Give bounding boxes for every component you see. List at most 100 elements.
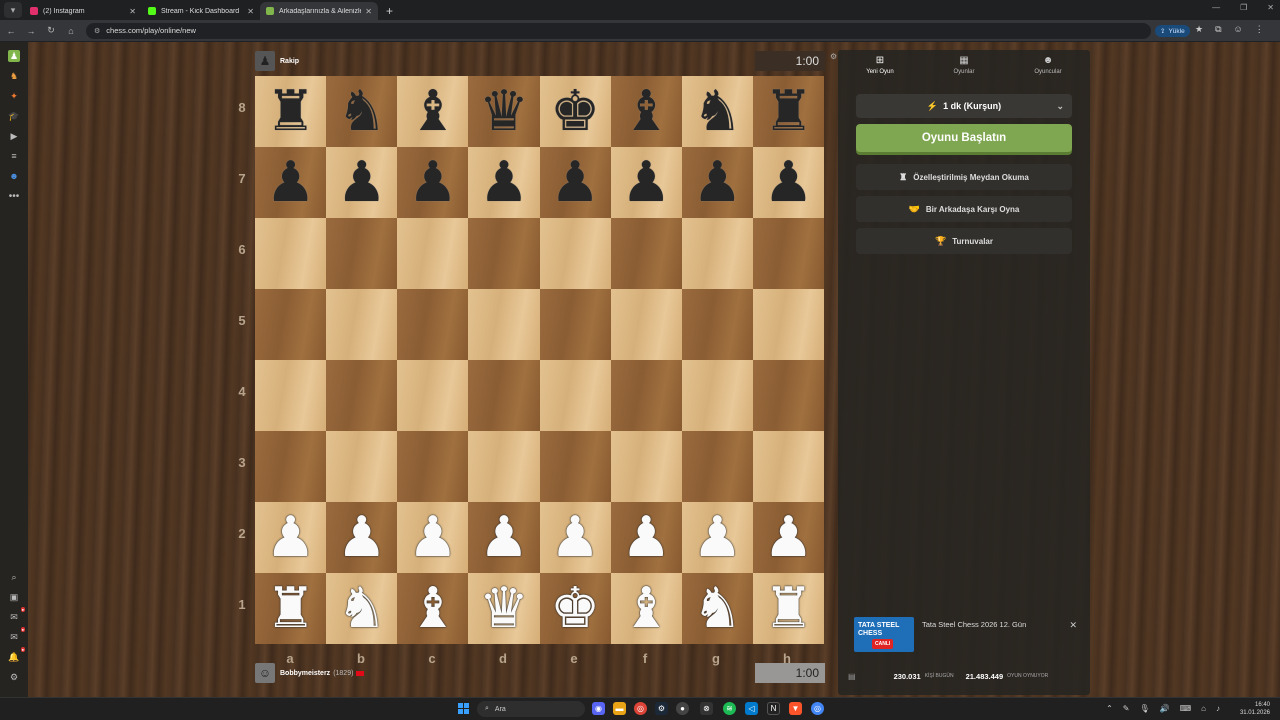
square-e2[interactable]: ♟ [539, 502, 611, 573]
news-icon[interactable]: ≡ [8, 150, 20, 162]
black-king-icon[interactable]: ♚ [550, 83, 600, 140]
square-h5[interactable] [752, 289, 824, 360]
white-pawn-icon[interactable]: ♟ [692, 509, 742, 566]
square-f7[interactable]: ♟ [610, 147, 682, 218]
square-a2[interactable]: ♟ [255, 502, 327, 573]
close-icon[interactable]: ✕ [365, 7, 372, 16]
square-g8[interactable]: ♞ [681, 76, 753, 147]
speaker-icon[interactable]: ♪ [1216, 704, 1220, 713]
close-window-icon[interactable]: ✕ [1267, 3, 1274, 12]
square-e7[interactable]: ♟ [539, 147, 611, 218]
square-e1[interactable]: ♚ [539, 573, 611, 644]
play-friend-button[interactable]: 🤝 Bir Arkadaşa Karşı Oyna [856, 196, 1072, 222]
inbox-icon[interactable]: ✉ ● [8, 627, 25, 643]
square-a4[interactable] [255, 360, 327, 431]
mic-icon[interactable]: 🎙 [1139, 704, 1149, 713]
white-knight-icon[interactable]: ♞ [337, 580, 387, 637]
square-a8[interactable]: ♜ [255, 76, 327, 147]
browser-tab-chess[interactable]: Arkadaşlarınızla & Ailenizle Üc... ✕ [260, 2, 378, 20]
white-pawn-icon[interactable]: ♟ [621, 509, 671, 566]
square-b1[interactable]: ♞ [326, 573, 398, 644]
black-pawn-icon[interactable]: ♟ [408, 154, 458, 211]
square-d8[interactable]: ♛ [468, 76, 540, 147]
black-pawn-icon[interactable]: ♟ [479, 154, 529, 211]
square-f6[interactable] [610, 218, 682, 289]
edit-icon[interactable]: ✎ [1123, 704, 1130, 713]
square-f4[interactable] [610, 360, 682, 431]
white-bishop-icon[interactable]: ♝ [621, 580, 671, 637]
square-c8[interactable]: ♝ [397, 76, 469, 147]
square-g7[interactable]: ♟ [681, 147, 753, 218]
user-avatar-icon[interactable]: ▣ [8, 591, 20, 603]
black-pawn-icon[interactable]: ♟ [337, 154, 387, 211]
obs-icon[interactable]: ● [676, 702, 689, 715]
white-bishop-icon[interactable]: ♝ [408, 580, 458, 637]
square-g4[interactable] [681, 360, 753, 431]
white-knight-icon[interactable]: ♞ [692, 580, 742, 637]
square-f1[interactable]: ♝ [610, 573, 682, 644]
square-c1[interactable]: ♝ [397, 573, 469, 644]
profile-icon[interactable]: ☺ [1234, 24, 1243, 35]
square-g3[interactable] [681, 431, 753, 502]
maximize-icon[interactable]: ❐ [1240, 3, 1247, 12]
close-icon[interactable]: ✕ [129, 7, 136, 16]
white-queen-icon[interactable]: ♛ [479, 580, 529, 637]
square-h3[interactable] [752, 431, 824, 502]
settings-icon[interactable]: ⚙ [8, 671, 20, 683]
tab-games[interactable]: ▦ Oyunlar [922, 50, 1006, 80]
square-c2[interactable]: ♟ [397, 502, 469, 573]
brave-icon[interactable]: ▼ [789, 702, 802, 715]
tournaments-button[interactable]: 🏆 Turnuvalar [856, 228, 1072, 254]
square-b8[interactable]: ♞ [326, 76, 398, 147]
social-icon[interactable]: ☻ [8, 170, 20, 182]
bookmark-star-icon[interactable]: ★ [1195, 24, 1203, 35]
square-b6[interactable] [326, 218, 398, 289]
taskbar-search[interactable]: ⌕ Ara [477, 701, 585, 717]
steam-icon[interactable]: ⚙ [655, 702, 668, 715]
square-d4[interactable] [468, 360, 540, 431]
square-h2[interactable]: ♟ [752, 502, 824, 573]
black-pawn-icon[interactable]: ♟ [265, 154, 315, 211]
square-h6[interactable] [752, 218, 824, 289]
square-a5[interactable] [255, 289, 327, 360]
square-e3[interactable] [539, 431, 611, 502]
square-c5[interactable] [397, 289, 469, 360]
language-icon[interactable]: ⌨ [1180, 704, 1192, 713]
learn-icon[interactable]: 🎓 [8, 110, 20, 122]
square-c3[interactable] [397, 431, 469, 502]
black-bishop-icon[interactable]: ♝ [621, 83, 671, 140]
event-banner[interactable]: TATA STEEL CHESS CANLI Tata Steel Chess … [854, 617, 1079, 655]
spotify-icon[interactable]: ≋ [723, 702, 736, 715]
square-c4[interactable] [397, 360, 469, 431]
square-h4[interactable] [752, 360, 824, 431]
file-explorer-icon[interactable]: ▬ [613, 702, 626, 715]
white-pawn-icon[interactable]: ♟ [550, 509, 600, 566]
browser-tab-instagram[interactable]: (2) Instagram ✕ [24, 2, 142, 20]
extensions-icon[interactable]: ⧉ [1215, 24, 1221, 35]
messages-icon[interactable]: ✉ ● [8, 607, 25, 623]
square-d2[interactable]: ♟ [468, 502, 540, 573]
windows-start-icon[interactable] [458, 703, 469, 714]
back-icon[interactable]: ← [2, 26, 20, 36]
square-e8[interactable]: ♚ [539, 76, 611, 147]
tab-new-game[interactable]: ⊞ Yeni Oyun [838, 50, 922, 80]
network-icon[interactable]: ⌂ [1201, 704, 1206, 713]
square-d7[interactable]: ♟ [468, 147, 540, 218]
black-bishop-icon[interactable]: ♝ [408, 83, 458, 140]
square-c6[interactable] [397, 218, 469, 289]
chat-icon[interactable]: ▤ [848, 672, 856, 681]
taskbar-clock[interactable]: 16:40 31.01.2026 [1240, 701, 1270, 717]
volume-icon[interactable]: 🔊 [1160, 704, 1170, 713]
square-e5[interactable] [539, 289, 611, 360]
square-h8[interactable]: ♜ [752, 76, 824, 147]
discord-icon[interactable]: ◉ [592, 702, 605, 715]
square-h1[interactable]: ♜ [752, 573, 824, 644]
black-knight-icon[interactable]: ♞ [692, 83, 742, 140]
more-icon[interactable]: ••• [8, 190, 20, 202]
square-b7[interactable]: ♟ [326, 147, 398, 218]
new-tab-button[interactable]: + [386, 4, 393, 18]
square-d6[interactable] [468, 218, 540, 289]
chevron-up-icon[interactable]: ⌃ [1106, 704, 1113, 713]
time-control-select[interactable]: ⚡ 1 dk (Kurşun) ⌄ [856, 94, 1072, 118]
white-pawn-icon[interactable]: ♟ [479, 509, 529, 566]
